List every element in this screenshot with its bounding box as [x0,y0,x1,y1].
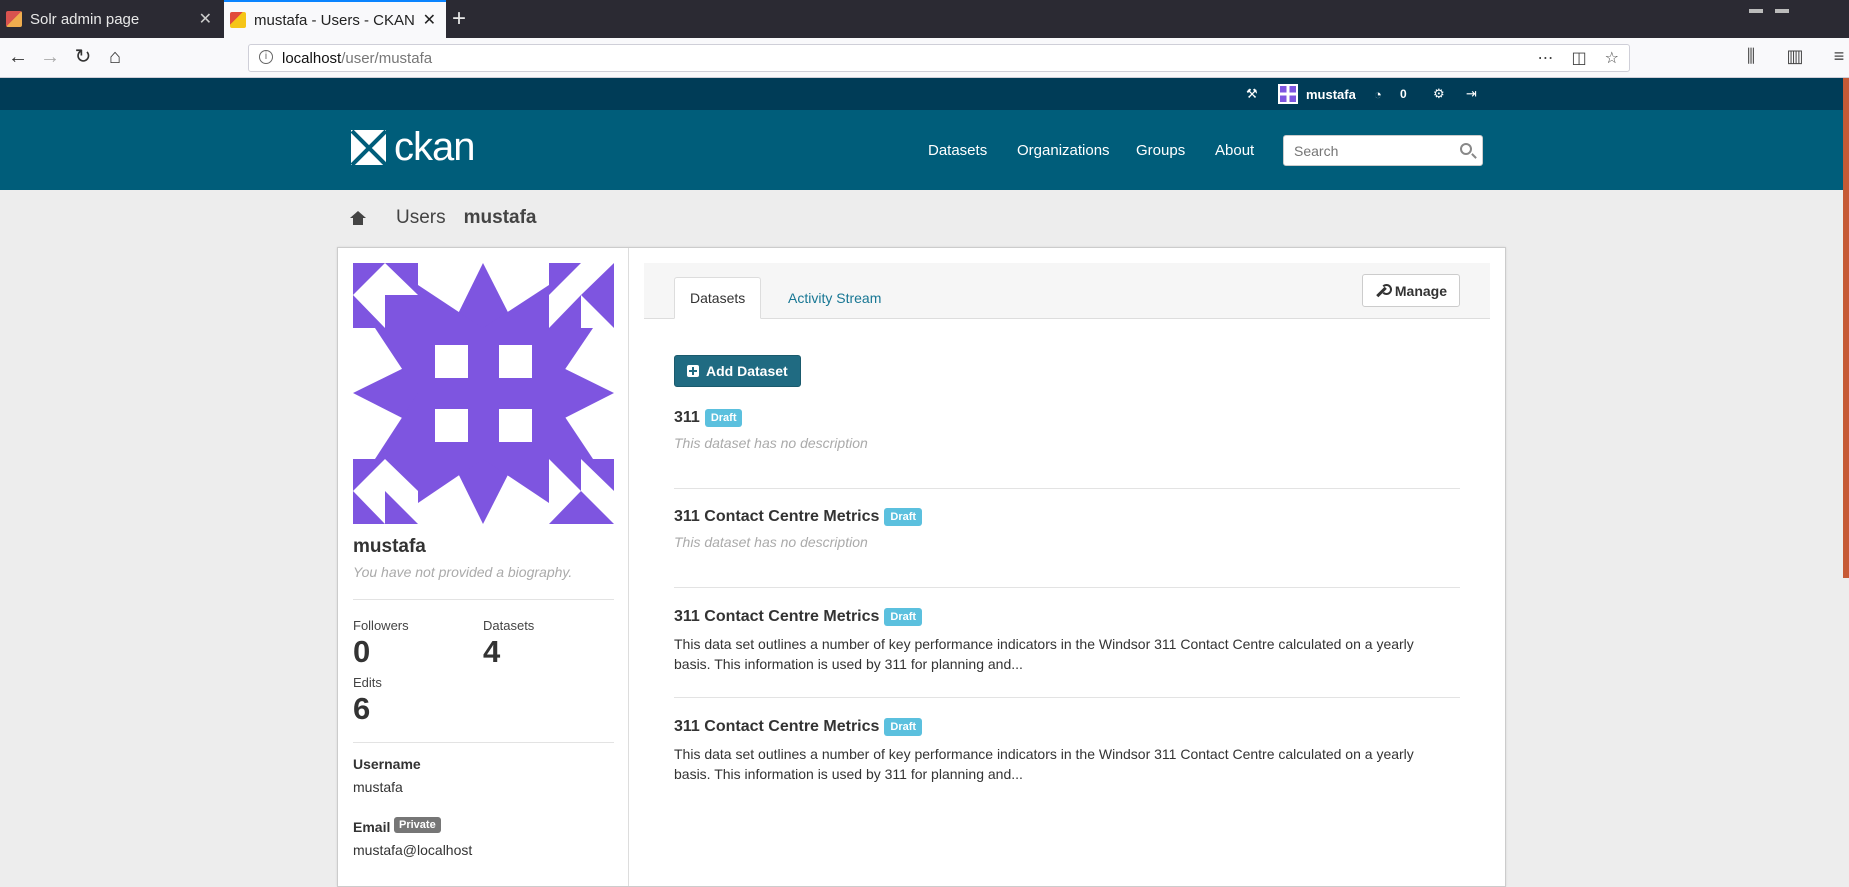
forward-icon[interactable]: → [38,46,62,68]
plus-square-icon [687,365,699,377]
logout-icon[interactable]: ⇥ [1466,78,1477,110]
nav-organizations[interactable]: Organizations [1017,142,1110,159]
primary-content: Datasets Activity Stream Manage Add Data… [629,248,1505,886]
ckan-logo-icon [351,129,386,165]
dataset-notes: This data set outlines a number of key p… [674,636,1414,672]
dataset-title-link[interactable]: 311 Contact Centre Metrics [674,508,879,526]
list-item: 311 Draft This dataset has no descriptio… [674,409,1460,451]
email-label: Email [353,819,391,835]
draft-badge: Draft [704,409,743,427]
sidebar-icon[interactable]: ▥ [1785,46,1805,67]
list-item: 311 Contact Centre Metrics Draft This da… [674,608,1460,674]
address-bar[interactable]: i localhost/user/mustafa ⋯ ◫ ☆ [248,44,1630,72]
account-username: mustafa [1306,86,1356,102]
back-icon[interactable]: ← [6,46,30,68]
divider [674,488,1460,489]
pocket-icon[interactable]: ◫ [1572,48,1587,68]
menu-icon[interactable]: ≡ [1829,46,1849,67]
site-header: ckan Datasets Organizations Groups About [0,110,1849,190]
followers-label: Followers [353,618,409,633]
dataset-description: This dataset has no description [674,435,868,451]
reload-icon[interactable]: ↻ [71,46,95,68]
private-badge: Private [394,817,441,833]
sysadmin-hammer-icon[interactable]: ⚒ [1246,78,1258,110]
page-actions-icon[interactable]: ⋯ [1538,48,1554,68]
gear-icon[interactable]: ⚙ [1433,78,1445,110]
browser-tab-solr[interactable]: Solr admin page ✕ [0,0,222,38]
search-input[interactable] [1284,136,1444,165]
edits-count: 6 [353,691,371,726]
draft-badge: Draft [884,608,923,626]
nav-groups[interactable]: Groups [1136,142,1185,159]
window-controls [1749,0,1809,13]
new-tab-icon[interactable]: + [452,5,466,33]
dataset-title-link[interactable]: 311 Contact Centre Metrics [674,608,879,626]
account-masthead: ⚒ mustafa ◔ 0 ⚙ ⇥ [0,78,1849,110]
dataset-title-link[interactable]: 311 Contact Centre Metrics [674,718,879,736]
username-label: Username [353,756,421,772]
wrench-icon [1375,283,1392,298]
dataset-notes: This data set outlines a number of key p… [674,746,1414,782]
datasets-count: 4 [483,634,501,669]
nav-datasets[interactable]: Datasets [928,142,987,159]
followers-count: 0 [353,634,371,669]
dashboard-count[interactable]: 0 [1400,78,1407,110]
tab-activity-stream[interactable]: Activity Stream [773,277,896,319]
user-avatar [353,263,614,524]
home-icon[interactable] [350,211,366,225]
header-search-box [1283,135,1483,166]
tab-title: mustafa - Users - CKAN [254,11,415,29]
add-dataset-button[interactable]: Add Dataset [674,355,801,387]
url-text[interactable]: localhost/user/mustafa [282,50,432,67]
list-item: 311 Contact Centre Metrics Draft This da… [674,718,1460,784]
library-icon[interactable]: ⫼ [1741,46,1761,67]
dataset-description: This dataset has no description [674,534,868,550]
divider [674,587,1460,588]
browser-tab-bar: Solr admin page ✕ mustafa - Users - CKAN… [0,0,1849,38]
close-tab-icon[interactable]: ✕ [199,9,212,29]
username-value: mustafa [353,779,403,795]
user-bio: You have not provided a biography. [353,564,573,580]
divider [674,697,1460,698]
add-dataset-label: Add Dataset [706,363,788,379]
manage-button[interactable]: Manage [1361,274,1460,307]
email-value: mustafa@localhost [353,842,473,858]
user-sidebar: mustafa You have not provided a biograph… [338,248,629,886]
user-fullname: mustafa [353,536,426,557]
solr-favicon-icon [6,11,22,27]
page-scrollbar[interactable] [1843,78,1849,578]
main-wrapper: mustafa You have not provided a biograph… [337,247,1506,887]
list-item: 311 Contact Centre Metrics Draft This da… [674,508,1460,550]
breadcrumb: Users mustafa [350,207,536,229]
breadcrumb-users[interactable]: Users [396,207,446,229]
divider [353,742,614,743]
dataset-title-link[interactable]: 311 [674,409,700,427]
tab-datasets[interactable]: Datasets [674,277,762,319]
content-tabs: Datasets Activity Stream Manage [644,263,1490,319]
site-info-icon[interactable]: i [259,50,273,64]
dashboard-icon[interactable]: ◔ [1374,78,1382,110]
edits-label: Edits [353,675,382,690]
ckan-favicon-icon [230,12,246,28]
logo-text: ckan [394,125,475,169]
home-icon[interactable]: ⌂ [103,46,127,68]
account-user-link[interactable]: mustafa [1278,78,1356,110]
draft-badge: Draft [884,508,923,526]
avatar [1278,84,1298,104]
nav-about[interactable]: About [1215,142,1254,159]
ckan-logo[interactable]: ckan [351,127,475,167]
breadcrumb-current[interactable]: mustafa [464,207,537,229]
browser-tab-ckan[interactable]: mustafa - Users - CKAN ✕ [224,0,446,38]
close-tab-icon[interactable]: ✕ [423,10,436,30]
bookmark-star-icon[interactable]: ☆ [1605,48,1619,68]
browser-nav-bar: ← → ↻ ⌂ i localhost/user/mustafa ⋯ ◫ ☆ ⫼… [0,38,1849,78]
datasets-label: Datasets [483,618,535,633]
search-icon[interactable] [1460,143,1472,155]
divider [353,599,614,600]
draft-badge: Draft [884,718,923,736]
manage-label: Manage [1394,282,1447,299]
tab-title: Solr admin page [30,10,140,28]
